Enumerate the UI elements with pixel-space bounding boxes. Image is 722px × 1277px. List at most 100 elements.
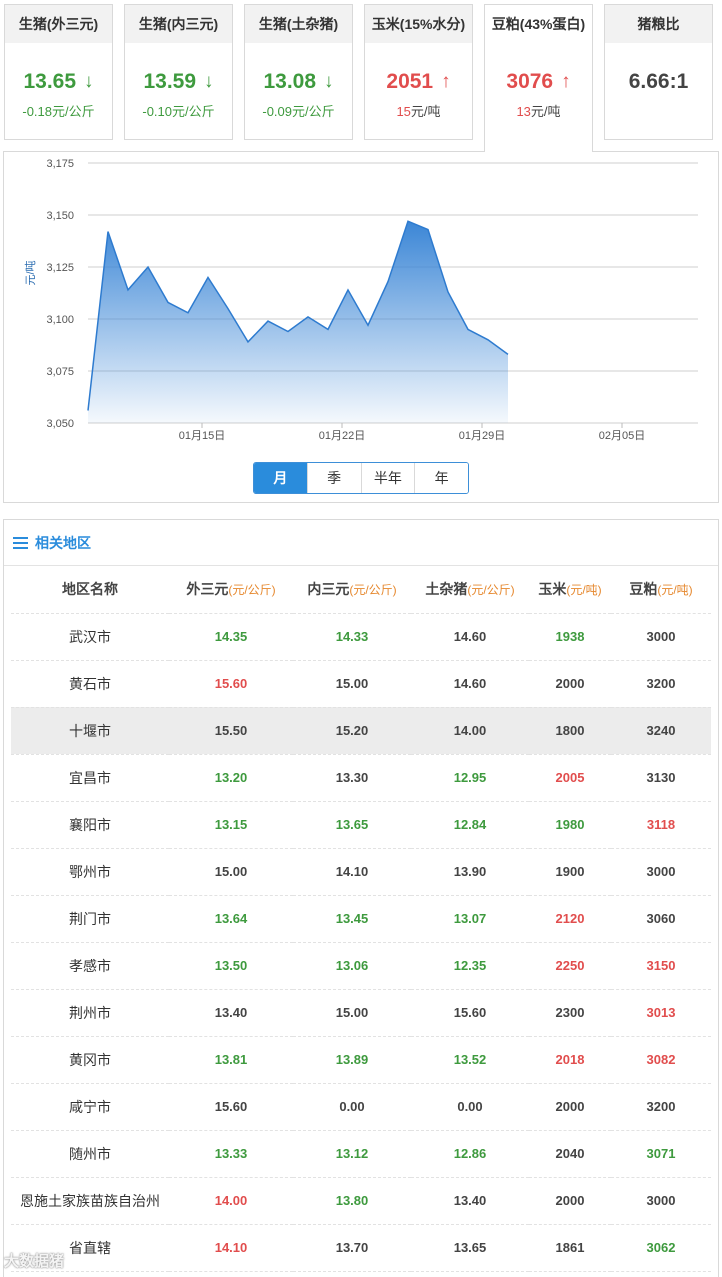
table-row[interactable]: 十堰市 15.50 15.20 14.00 1800 3240 bbox=[11, 707, 711, 755]
card-change: 15元/吨 bbox=[365, 103, 472, 121]
region-name: 孝感市 bbox=[11, 942, 169, 990]
table-row[interactable]: 荆州市 13.40 15.00 15.60 2300 3013 bbox=[11, 989, 711, 1037]
table-row[interactable]: 宜昌市 13.20 13.30 12.95 2005 3130 bbox=[11, 754, 711, 802]
price-cell: 2005 bbox=[529, 754, 611, 802]
price-cell: 13.06 bbox=[293, 942, 411, 990]
price-cell: 3200 bbox=[611, 1083, 711, 1131]
column-header-unit: (元/吨) bbox=[657, 583, 693, 598]
card-value: 13.08 ↓ bbox=[245, 65, 352, 99]
card-change-num: 15 bbox=[396, 104, 411, 119]
table-row[interactable]: 随州市 13.33 13.12 12.86 2040 3071 bbox=[11, 1130, 711, 1178]
table-row[interactable]: 恩施土家族苗族自治州 14.00 13.80 13.40 2000 3000 bbox=[11, 1177, 711, 1225]
price-cell: 13.12 bbox=[293, 1130, 411, 1178]
region-title: 相关地区 bbox=[35, 534, 91, 551]
table-row[interactable]: 黄冈市 13.81 13.89 13.52 2018 3082 bbox=[11, 1036, 711, 1084]
y-tick-label: 3,150 bbox=[46, 210, 74, 222]
region-header: 相关地区 bbox=[4, 520, 718, 566]
price-cell: 1900 bbox=[529, 848, 611, 896]
price-cell: 3130 bbox=[611, 754, 711, 802]
price-cell: 14.10 bbox=[169, 1224, 293, 1272]
table-row[interactable]: 省直辖 14.10 13.70 13.65 1861 3062 bbox=[11, 1224, 711, 1272]
range-button[interactable]: 月 bbox=[254, 463, 308, 493]
card-title: 猪粮比 bbox=[605, 5, 712, 43]
table-row[interactable]: 黄石市 15.60 15.00 14.60 2000 3200 bbox=[11, 660, 711, 708]
card-value: 13.59 ↓ bbox=[125, 65, 232, 99]
price-card[interactable]: 玉米(15%水分) 2051 ↑ 15元/吨 bbox=[364, 4, 473, 140]
price-cell: 1980 bbox=[529, 801, 611, 849]
price-card[interactable]: 豆粕(43%蛋白) 3076 ↑ 13元/吨 bbox=[484, 4, 593, 152]
card-change: -0.18元/公斤 bbox=[22, 104, 95, 119]
price-cell: 15.00 bbox=[293, 660, 411, 708]
price-cell: 15.20 bbox=[293, 707, 411, 755]
card-change: -0.10元/公斤 bbox=[142, 104, 215, 119]
price-cell: 3118 bbox=[611, 801, 711, 849]
x-tick-label: 01月29日 bbox=[459, 430, 505, 442]
table-row[interactable]: 荆门市 13.64 13.45 13.07 2120 3060 bbox=[11, 895, 711, 943]
price-card[interactable]: 生猪(内三元) 13.59 ↓ -0.10元/公斤 bbox=[124, 4, 233, 140]
price-cell: 3000 bbox=[611, 1177, 711, 1225]
table-header-row: 地区名称 外三元(元/公斤) 内三元(元/公斤) 土杂猪(元/公斤) 玉米(元/吨) 豆粕… bbox=[11, 566, 711, 614]
price-cell: 3240 bbox=[611, 707, 711, 755]
price-card[interactable]: 猪粮比 6.66:1 bbox=[604, 4, 713, 140]
price-area-chart: 3,050 3,075 3,100 3,125 3,150 3,175 01月15日 01月2… bbox=[24, 158, 698, 442]
card-value-text: 13.59 bbox=[143, 70, 197, 93]
card-title: 生猪(内三元) bbox=[125, 5, 232, 43]
price-cell: 13.40 bbox=[411, 1177, 529, 1225]
price-cell: 13.33 bbox=[169, 1130, 293, 1178]
arrow-up-icon: ↑ bbox=[561, 71, 571, 92]
price-cell: 13.20 bbox=[169, 754, 293, 802]
price-cell: 15.60 bbox=[169, 660, 293, 708]
card-change: -0.09元/公斤 bbox=[262, 104, 335, 119]
region-name: 随州市 bbox=[11, 1130, 169, 1178]
region-name: 荆州市 bbox=[11, 989, 169, 1037]
table-row[interactable]: 孝感市 13.50 13.06 12.35 2250 3150 bbox=[11, 942, 711, 990]
price-cell: 13.15 bbox=[169, 801, 293, 849]
column-header-label: 豆粕 bbox=[629, 581, 658, 598]
price-chart: 3,050 3,075 3,100 3,125 3,150 3,175 01月15日 01月2… bbox=[3, 151, 719, 503]
price-cell: 3062 bbox=[611, 1224, 711, 1272]
card-title: 玉米(15%水分) bbox=[365, 5, 472, 43]
range-button[interactable]: 季 bbox=[307, 463, 362, 493]
card-change-unit: 元/吨 bbox=[410, 104, 441, 119]
price-cell: 13.81 bbox=[169, 1036, 293, 1084]
arrow-down-icon: ↓ bbox=[84, 71, 94, 92]
price-card[interactable]: 生猪(外三元) 13.65 ↓ -0.18元/公斤 bbox=[4, 4, 113, 140]
region-name: 武汉市 bbox=[11, 613, 169, 661]
price-card[interactable]: 生猪(土杂猪) 13.08 ↓ -0.09元/公斤 bbox=[244, 4, 353, 140]
series-area bbox=[88, 221, 508, 423]
price-cell: 13.64 bbox=[169, 895, 293, 943]
table-row[interactable]: 襄阳市 13.15 13.65 12.84 1980 3118 bbox=[11, 801, 711, 849]
price-cell: 1861 bbox=[529, 1224, 611, 1272]
price-cell: 15.50 bbox=[169, 707, 293, 755]
table-row[interactable]: 鄂州市 15.00 14.10 13.90 1900 3000 bbox=[11, 848, 711, 896]
range-switch: 月季半年年 bbox=[253, 462, 469, 494]
price-cell: 13.65 bbox=[411, 1224, 529, 1272]
price-cell: 2018 bbox=[529, 1036, 611, 1084]
card-value-text: 13.08 bbox=[263, 70, 317, 93]
price-cell: 13.90 bbox=[411, 848, 529, 896]
price-cell: 3200 bbox=[611, 660, 711, 708]
table-row[interactable]: 武汉市 14.35 14.33 14.60 1938 3000 bbox=[11, 613, 711, 661]
column-header-label: 玉米 bbox=[538, 581, 567, 598]
price-cell: 14.33 bbox=[293, 613, 411, 661]
price-cell: 15.00 bbox=[169, 848, 293, 896]
price-cell: 3071 bbox=[611, 1130, 711, 1178]
price-cell: 13.45 bbox=[293, 895, 411, 943]
table-row[interactable]: 咸宁市 15.60 0.00 0.00 2000 3200 bbox=[11, 1083, 711, 1131]
price-cell: 2250 bbox=[529, 942, 611, 990]
y-tick-label: 3,125 bbox=[46, 262, 74, 274]
price-cards: 生猪(外三元) 13.65 ↓ -0.18元/公斤 生猪(内三元) 13.59 ↓ -0.10… bbox=[0, 0, 722, 152]
range-button[interactable]: 半年 bbox=[361, 463, 416, 493]
price-cell: 3150 bbox=[611, 942, 711, 990]
column-header-unit: (元/公斤) bbox=[228, 583, 276, 598]
y-tick-label: 3,075 bbox=[46, 366, 74, 378]
price-cell: 13.30 bbox=[293, 754, 411, 802]
price-cell: 14.00 bbox=[169, 1177, 293, 1225]
range-button[interactable]: 年 bbox=[415, 463, 468, 493]
y-tick-label: 3,050 bbox=[46, 418, 74, 430]
price-cell: 13.70 bbox=[293, 1224, 411, 1272]
card-value-text: 3076 bbox=[506, 70, 554, 93]
list-icon bbox=[13, 536, 28, 549]
region-name: 黄石市 bbox=[11, 660, 169, 708]
column-header-label: 地区名称 bbox=[62, 581, 118, 598]
